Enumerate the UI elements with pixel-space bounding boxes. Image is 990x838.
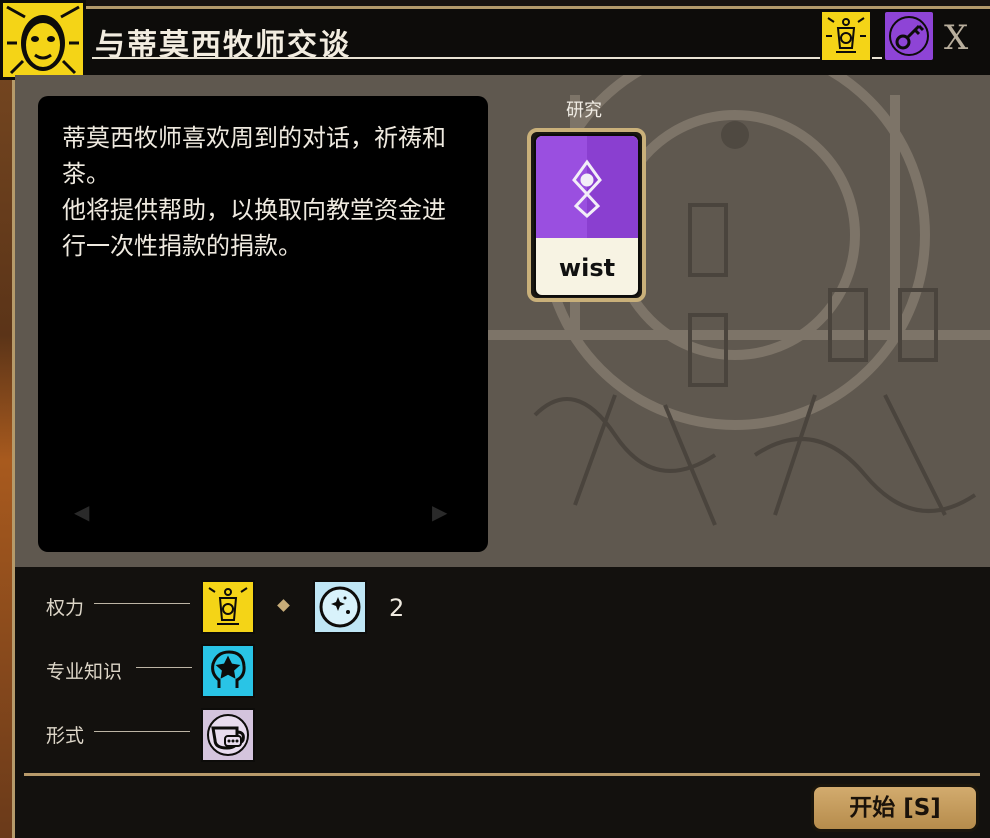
requirement-line xyxy=(94,731,190,732)
lantern-icon[interactable] xyxy=(201,580,255,634)
background-strip xyxy=(0,0,12,838)
card-name: wist xyxy=(558,254,616,282)
face-icon xyxy=(6,5,80,75)
card-art xyxy=(536,136,638,238)
glow-orb-icon[interactable] xyxy=(313,580,367,634)
requirement-label-form: 形式 xyxy=(46,725,85,747)
requirement-label-power: 权力 xyxy=(46,597,85,619)
wist-card[interactable]: wist xyxy=(534,134,640,297)
wist-icon xyxy=(572,159,602,219)
prev-page-arrow[interactable]: ◀ xyxy=(74,500,89,524)
footer-divider xyxy=(24,773,980,776)
requirement-line xyxy=(94,603,190,604)
character-portrait xyxy=(0,0,86,80)
teacup-icon[interactable] xyxy=(201,708,255,762)
power-count: 2 xyxy=(389,594,405,622)
close-button[interactable]: X xyxy=(944,18,968,58)
next-page-arrow[interactable]: ▶ xyxy=(432,500,447,524)
lantern-icon[interactable] xyxy=(820,10,872,62)
requirement-label-lore: 专业知识 xyxy=(46,661,123,683)
mind-star-icon[interactable] xyxy=(201,644,255,698)
start-button[interactable]: 开始 [S] xyxy=(811,784,979,832)
title-underline xyxy=(92,57,882,59)
requirement-line xyxy=(136,667,192,668)
key-icon[interactable] xyxy=(883,10,935,62)
description-text: 蒂莫西牧师喜欢周到的对话，祈祷和茶。 他将提供帮助，以换取向教堂资金进行一次性捐… xyxy=(62,124,446,260)
slot-label: 研究 xyxy=(566,100,602,121)
